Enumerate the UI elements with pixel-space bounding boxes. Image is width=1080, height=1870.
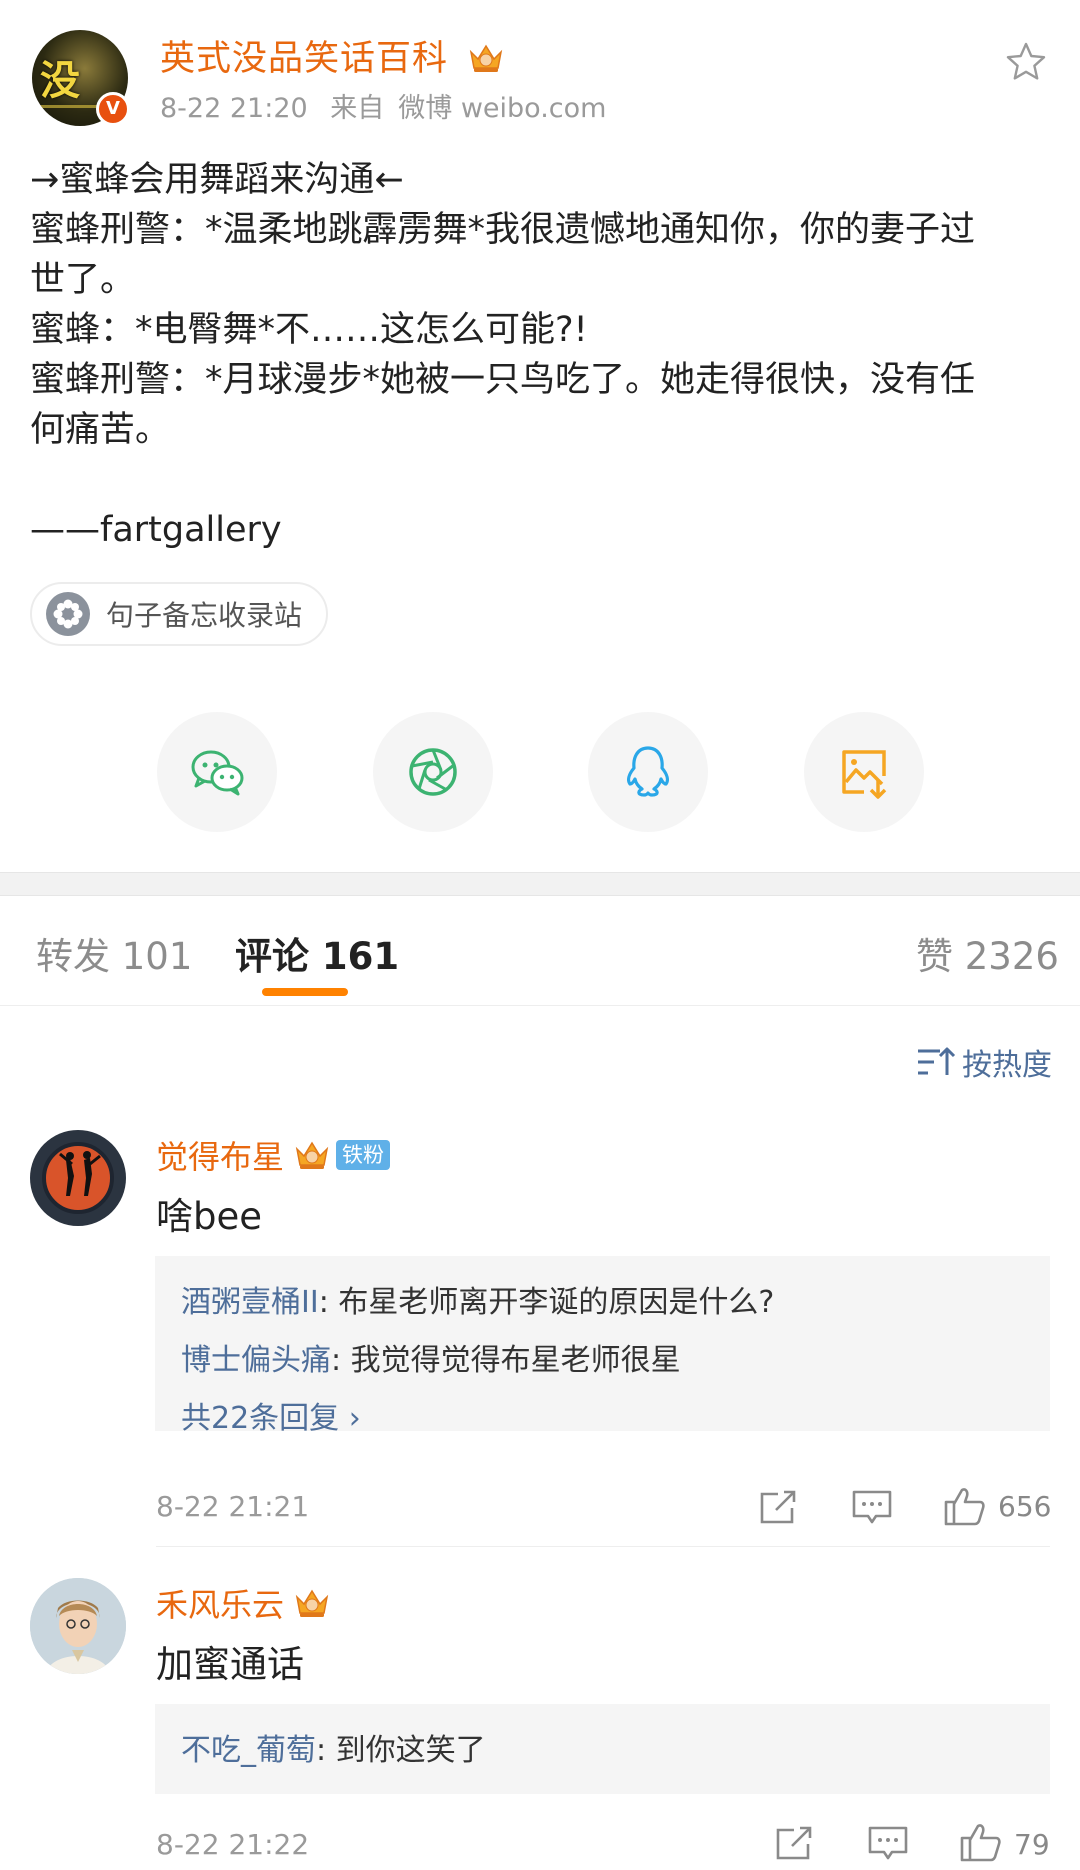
comment-time: 8-22 21:22 <box>156 1828 310 1861</box>
qq-icon <box>627 746 669 797</box>
reply-comment-icon[interactable] <box>850 1488 894 1528</box>
vip-crown-icon <box>468 42 504 74</box>
post-line: 世了。 <box>30 260 136 300</box>
commenter-avatar[interactable] <box>30 1130 126 1226</box>
avatar-glyph: 没 <box>40 57 80 104</box>
like-count: 656 <box>998 1490 1052 1523</box>
reply-item[interactable]: 不吃_葡萄: 到你这笑了 <box>181 1722 1024 1780</box>
comment-time: 8-22 21:21 <box>156 1490 310 1523</box>
wechat-icon <box>191 750 244 796</box>
save-image-button[interactable] <box>804 712 924 832</box>
reply-count: 共22条回复 <box>181 1401 340 1436</box>
share-row <box>0 712 1080 832</box>
share-qq-button[interactable] <box>588 712 708 832</box>
reply-user[interactable]: 酒粥壹桶II <box>181 1285 319 1320</box>
vip-crown-icon <box>294 1587 330 1619</box>
reply-box[interactable]: 不吃_葡萄: 到你这笑了 <box>155 1704 1050 1794</box>
post-line: 蜜蜂：*电臀舞*不……这怎么可能?! <box>30 310 588 350</box>
like-thumb-icon[interactable] <box>942 1486 986 1526</box>
comment-divider <box>156 1546 1050 1547</box>
post-body: →蜜蜂会用舞蹈来沟通← 蜜蜂刑警：*温柔地跳霹雳舞*我很遗憾地通知你，你的妻子过… <box>30 155 1060 555</box>
reply-text: : 到你这笑了 <box>316 1733 486 1768</box>
reply-box[interactable]: 酒粥壹桶II: 布星老师离开李诞的原因是什么? 博士偏头痛: 我觉得觉得布星老师… <box>155 1256 1050 1436</box>
commenter-name-text[interactable]: 觉得布星 <box>156 1132 284 1178</box>
sort-icon <box>918 1047 956 1075</box>
save-image-icon <box>842 750 887 799</box>
commenter-avatar[interactable] <box>30 1578 126 1674</box>
commenter-name[interactable]: 禾风乐云 <box>156 1580 330 1626</box>
vip-crown-icon <box>294 1139 330 1171</box>
verified-badge-icon: V <box>96 92 130 126</box>
post-line: 何痛苦。 <box>30 410 171 450</box>
post-meta: 8-22 21:20 来自 微博 weibo.com <box>160 86 620 125</box>
commenter-name-text[interactable]: 禾风乐云 <box>156 1580 284 1626</box>
comment-text: 啥bee <box>156 1195 263 1238</box>
comment-text: 加蜜通话 <box>156 1643 304 1686</box>
post-line: 蜜蜂刑警：*温柔地跳霹雳舞*我很遗憾地通知你，你的妻子过 <box>30 210 976 250</box>
author-name[interactable]: 英式没品笑话百科 <box>160 30 504 81</box>
share-wechat-button[interactable] <box>157 712 277 832</box>
topic-flower-icon <box>46 592 90 636</box>
reply-item[interactable]: 酒粥壹桶II: 布星老师离开李诞的原因是什么? <box>181 1274 1024 1332</box>
tab-repost[interactable]: 转发 101 <box>36 926 192 980</box>
repost-icon[interactable] <box>756 1488 800 1528</box>
view-all-replies-link[interactable]: 共22条回复 › <box>181 1390 1024 1448</box>
favorite-star-icon[interactable] <box>1004 40 1048 84</box>
reply-user[interactable]: 不吃_葡萄 <box>181 1733 316 1768</box>
post-line: 蜜蜂刑警：*月球漫步*她被一只鸟吃了。她走得很快，没有任 <box>30 360 976 400</box>
post-line: ——fartgallery <box>30 510 282 550</box>
tab-likes[interactable]: 赞 2326 <box>916 926 1059 980</box>
author-name-text[interactable]: 英式没品笑话百科 <box>160 39 448 79</box>
reply-text: : 我觉得觉得布星老师很星 <box>331 1343 681 1378</box>
like-thumb-icon[interactable] <box>958 1822 1002 1862</box>
topic-label: 句子备忘收录站 <box>106 599 303 632</box>
post-line-blank <box>30 455 1060 505</box>
post-line: →蜜蜂会用舞蹈来沟通← <box>30 160 404 200</box>
moments-icon <box>409 748 457 796</box>
topic-chip[interactable]: 句子备忘收录站 <box>30 582 329 646</box>
post-header: 没 V 英式没品笑话百科 8-22 21:20 来自 微博 weibo.com <box>0 0 1080 140</box>
commenter-name[interactable]: 觉得布星 铁粉 <box>156 1132 391 1178</box>
section-divider <box>0 872 1080 896</box>
reply-item[interactable]: 博士偏头痛: 我觉得觉得布星老师很星 <box>181 1332 1024 1390</box>
fan-badge: 铁粉 <box>336 1140 391 1170</box>
reply-user[interactable]: 博士偏头痛 <box>181 1343 331 1378</box>
tab-active-indicator <box>262 988 348 996</box>
sort-label: 按热度 <box>962 1048 1052 1083</box>
post-source: 微博 weibo.com <box>398 93 607 124</box>
post-time: 8-22 21:20 <box>160 93 308 124</box>
reply-text: : 布星老师离开李诞的原因是什么? <box>318 1285 775 1320</box>
sort-by-hot-button[interactable]: 按热度 <box>916 1040 1052 1084</box>
share-moments-button[interactable] <box>373 712 493 832</box>
repost-icon[interactable] <box>772 1824 816 1864</box>
tab-comments[interactable]: 评论 161 <box>235 926 399 980</box>
like-count: 79 <box>1014 1828 1050 1861</box>
reply-comment-icon[interactable] <box>866 1824 910 1864</box>
chevron-right-icon: › <box>348 1401 361 1436</box>
interaction-tabs: 转发 101 评论 161 赞 2326 <box>0 896 1080 1006</box>
post-source-prefix: 来自 <box>330 93 385 124</box>
